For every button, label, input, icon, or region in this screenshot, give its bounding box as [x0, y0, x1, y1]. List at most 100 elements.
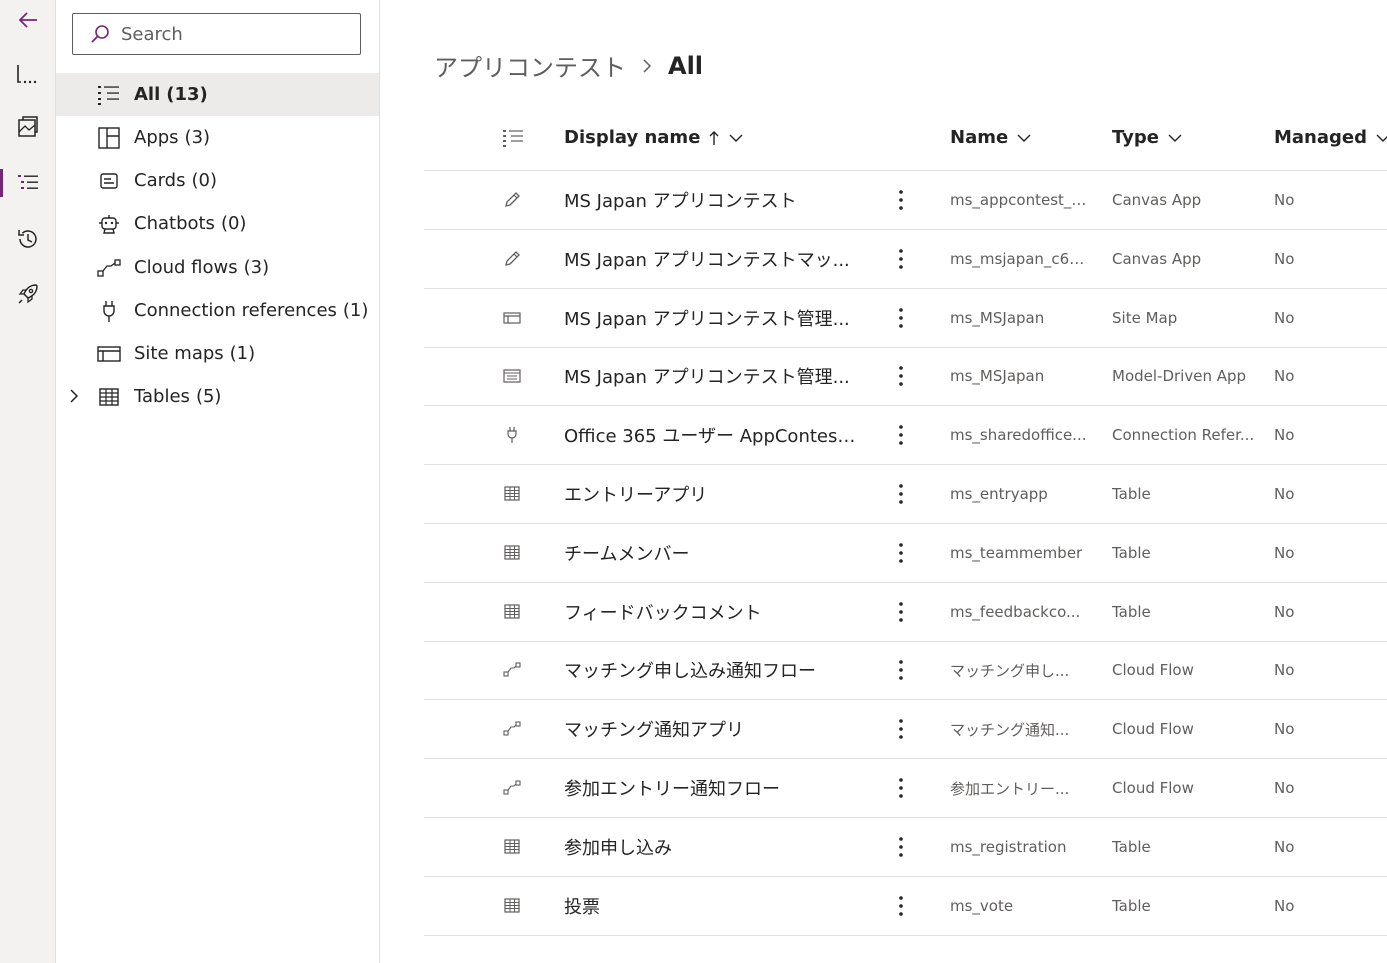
row-managed: No	[1274, 543, 1295, 562]
nav-item-label: Chatbots	[134, 213, 215, 234]
table-row[interactable]: 投票 ms_vote Table No	[424, 877, 1387, 936]
row-managed: No	[1274, 837, 1295, 856]
row-display-name-cell: MS Japan アプリコンテスト管理...	[564, 347, 859, 405]
more-vertical-icon	[899, 248, 903, 269]
nav-item-label: Site maps	[134, 343, 224, 364]
more-actions-button[interactable]	[890, 524, 912, 582]
row-display-name[interactable]: 投票	[564, 893, 600, 919]
more-actions-button[interactable]	[890, 171, 912, 229]
nav-item-tables[interactable]: Tables (5)	[56, 375, 379, 418]
nav-item-all[interactable]: All (13)	[56, 73, 379, 116]
back-arrow-icon	[18, 12, 37, 28]
more-actions-button[interactable]	[890, 641, 912, 699]
more-vertical-icon	[899, 366, 903, 387]
row-name: ms_appcontest_3...	[950, 191, 1090, 209]
more-actions-button[interactable]	[890, 406, 912, 464]
breadcrumb-parent-link[interactable]: アプリコンテスト	[434, 48, 626, 83]
rail-list-button[interactable]	[0, 163, 55, 203]
table-row[interactable]: フィードバックコメント ms_feedbackco... Table No	[424, 583, 1387, 642]
table-row[interactable]: MS Japan アプリコンテストマッ... ms_msjapan_c60... C…	[424, 230, 1387, 289]
nav-item-cards[interactable]: Cards (0)	[56, 159, 379, 202]
column-options-button[interactable]	[502, 129, 524, 149]
row-managed: No	[1274, 308, 1295, 327]
row-type: Table	[1112, 485, 1151, 503]
more-actions-button[interactable]	[890, 700, 912, 758]
breadcrumb-current: All	[668, 51, 704, 80]
row-display-name-cell: Office 365 ユーザー AppContest...	[564, 406, 859, 464]
row-display-name[interactable]: フィードバックコメント	[564, 599, 762, 625]
column-header-type[interactable]: Type	[1112, 127, 1183, 148]
row-display-name[interactable]: エントリーアプリ	[564, 481, 707, 507]
more-actions-button[interactable]	[890, 230, 912, 288]
nav-item-label: All	[134, 84, 161, 105]
row-display-name-cell: 投票	[564, 877, 859, 935]
rail-history-button[interactable]	[0, 219, 55, 259]
nav-item-label: Apps	[134, 127, 179, 148]
row-display-name-cell: チームメンバー	[564, 524, 859, 582]
nav-item-cloud-flows[interactable]: Cloud flows (3)	[56, 246, 379, 289]
column-header-label: Display name	[564, 127, 701, 148]
row-display-name[interactable]: 参加エントリー通知フロー	[564, 775, 780, 801]
table-row[interactable]: 参加申し込み ms_registration Table No	[424, 818, 1387, 877]
table-row[interactable]: マッチング通知アプリ マッチング通知... Cloud Flow No	[424, 700, 1387, 760]
row-display-name[interactable]: マッチング申し込み通知フロー	[564, 657, 816, 683]
row-managed: No	[1274, 720, 1295, 739]
row-display-name[interactable]: 参加申し込み	[564, 834, 672, 860]
more-actions-button[interactable]	[890, 759, 912, 817]
table-row[interactable]: 参加エントリー通知フロー 参加エントリー... Cloud Flow No	[424, 759, 1387, 818]
rocket-icon	[17, 284, 38, 304]
row-display-name[interactable]: MS Japan アプリコンテスト管理...	[564, 363, 850, 389]
row-display-name[interactable]: MS Japan アプリコンテスト	[564, 187, 797, 213]
chevron-right-icon[interactable]	[66, 388, 82, 404]
back-button[interactable]	[0, 0, 55, 40]
row-display-name-cell: MS Japan アプリコンテストマッ...	[564, 230, 859, 288]
table-row[interactable]: Office 365 ユーザー AppContest... ms_sharedof…	[424, 406, 1387, 466]
row-display-name[interactable]: MS Japan アプリコンテストマッ...	[564, 246, 850, 272]
column-header-managed[interactable]: Managed	[1274, 127, 1387, 148]
rail-overview-button[interactable]	[0, 54, 55, 94]
row-display-name[interactable]: チームメンバー	[564, 540, 689, 566]
table-row[interactable]: マッチング申し込み通知フロー マッチング申し... Cloud Flow No	[424, 641, 1387, 701]
nav-item-connection-references[interactable]: Connection references (1)	[56, 289, 379, 332]
nav-item-site-maps[interactable]: Site maps (1)	[56, 332, 379, 375]
row-name-cell: ms_sharedoffice...	[950, 406, 1090, 464]
more-actions-button[interactable]	[890, 289, 912, 347]
row-name-cell: ms_registration	[950, 818, 1090, 876]
row-name-cell: ms_MSJapan	[950, 347, 1090, 405]
nav-item-chatbots[interactable]: Chatbots (0)	[56, 202, 379, 245]
column-header-name[interactable]: Name	[950, 127, 1032, 148]
rail-objects-button[interactable]	[0, 107, 55, 147]
row-managed: No	[1274, 602, 1295, 621]
more-actions-button[interactable]	[890, 583, 912, 641]
chevron-right-icon	[643, 58, 652, 73]
row-type: Cloud Flow	[1112, 720, 1194, 739]
search-input[interactable]	[119, 22, 353, 46]
table-row[interactable]: MS Japan アプリコンテスト ms_appcontest_3... Canva…	[424, 171, 1387, 230]
more-actions-button[interactable]	[890, 877, 912, 935]
nav-item-apps[interactable]: Apps (3)	[56, 116, 379, 159]
table-row[interactable]: エントリーアプリ ms_entryapp Table No	[424, 465, 1387, 524]
row-type-icon-cell	[502, 230, 522, 288]
row-name-cell: ms_teammember	[950, 524, 1090, 582]
row-type: Model-Driven App	[1112, 367, 1247, 386]
rail-deploy-button[interactable]	[0, 274, 55, 314]
bot-icon	[99, 215, 119, 234]
more-actions-button[interactable]	[890, 465, 912, 523]
table-row[interactable]: MS Japan アプリコンテスト管理... ms_MSJapan Site Map…	[424, 289, 1387, 348]
row-display-name[interactable]: マッチング通知アプリ	[564, 716, 744, 742]
row-name: マッチング申し...	[950, 661, 1070, 680]
more-actions-button[interactable]	[890, 347, 912, 405]
table-row[interactable]: MS Japan アプリコンテスト管理... ms_MSJapan Model-Dr…	[424, 347, 1387, 407]
table-row[interactable]: チームメンバー ms_teammember Table No	[424, 524, 1387, 583]
row-display-name[interactable]: Office 365 ユーザー AppContest...	[564, 422, 859, 448]
more-actions-button[interactable]	[890, 818, 912, 876]
more-vertical-icon	[899, 895, 903, 916]
overview-icon	[16, 65, 36, 84]
search-box[interactable]	[72, 13, 361, 55]
more-vertical-icon	[899, 425, 903, 445]
row-display-name-cell: 参加エントリー通知フロー	[564, 759, 859, 817]
column-header-display-name[interactable]: Display name	[564, 127, 744, 148]
row-display-name[interactable]: MS Japan アプリコンテスト管理...	[564, 305, 850, 331]
row-type: Table	[1112, 896, 1151, 915]
pencil-icon	[505, 250, 520, 266]
